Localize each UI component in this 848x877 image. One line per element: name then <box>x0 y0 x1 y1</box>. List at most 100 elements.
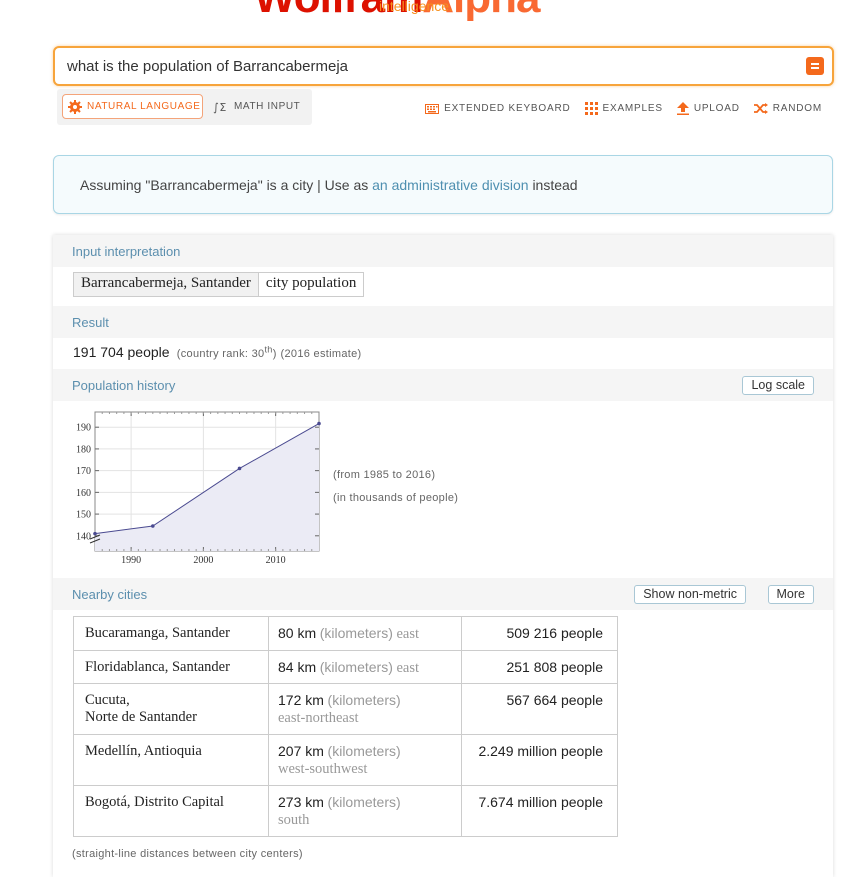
x-tick-label: 2010 <box>266 555 286 566</box>
assumption-suffix: instead <box>532 177 578 193</box>
input-interpretation-table: Barrancabermeja, Santander city populati… <box>73 272 365 297</box>
wolfram-logo[interactable]: WolframAlpha <box>200 0 540 20</box>
distance-value: 172 km <box>278 692 324 708</box>
direction: east <box>396 660 420 676</box>
compute-button[interactable] <box>806 57 824 75</box>
city-population: 2.249 million people <box>461 734 618 786</box>
result-header: Result <box>53 306 833 338</box>
distance-unit: (kilometers) <box>319 625 393 641</box>
result-value: 191 704 people (country rank: 30th) (201… <box>73 344 361 360</box>
rank-close: ) <box>272 348 277 360</box>
y-tick-label: 150 <box>76 510 91 521</box>
input-interpretation-header: Input interpretation <box>53 235 833 267</box>
input-mode-toggle: NATURAL LANGUAGE ∫Σ MATH INPUT <box>57 89 312 125</box>
spikey-logo-icon <box>200 0 246 18</box>
math-input-button[interactable]: ∫Σ MATH INPUT <box>213 94 300 119</box>
distance-unit: (kilometers) <box>327 692 401 708</box>
population-value: 7.674 million people <box>478 794 603 810</box>
table-row: Cucuta, Norte de Santander 172 km (kilome… <box>73 683 618 735</box>
city-name: Cucuta, Norte de Santander <box>73 683 269 735</box>
city-name-line: Floridablanca, Santander <box>85 659 230 675</box>
distance-unit: (kilometers) <box>319 659 393 675</box>
city-distance: 172 km (kilometers) east-northeast <box>268 683 462 735</box>
random-link[interactable]: RANDOM <box>753 102 822 115</box>
rank-suffix-sup: th <box>264 344 273 355</box>
data-point <box>93 531 97 536</box>
distance-value: 80 km <box>278 625 317 641</box>
data-point <box>237 466 242 471</box>
city-distance: 84 km (kilometers) east <box>268 650 462 684</box>
administrative-division-link[interactable]: an administrative division <box>372 177 528 193</box>
extended-keyboard-link[interactable]: EXTENDED KEYBOARD <box>425 102 570 115</box>
distance-value: 207 km <box>278 743 324 759</box>
interpretation-cell-property: city population <box>258 272 365 297</box>
math-input-label: MATH INPUT <box>234 101 301 112</box>
nearby-cities-header: Nearby cities Show non-metric More <box>53 578 833 610</box>
y-tick-label: 190 <box>76 423 91 434</box>
distance-unit: (kilometers) <box>327 743 401 759</box>
input-interpretation-title: Input interpretation <box>72 244 181 259</box>
toolbar: EXTENDED KEYBOARD EXAMPLES UPLOAD RANDOM <box>425 102 822 115</box>
data-point <box>317 421 321 426</box>
interpretation-cell-city: Barrancabermeja, Santander <box>73 272 259 297</box>
shuffle-icon <box>753 103 768 114</box>
examples-link[interactable]: EXAMPLES <box>584 102 663 115</box>
direction: east-northeast <box>278 710 359 726</box>
table-row: Bogotá, Distrito Capital 273 km (kilomet… <box>73 785 618 837</box>
examples-grid-icon <box>584 102 598 115</box>
city-distance: 273 km (kilometers) south <box>268 785 462 837</box>
result-title: Result <box>72 315 109 330</box>
population-history-chart: 1990 2000 2010 140 150 160 170 180 190 <box>76 411 321 566</box>
upload-icon <box>676 102 689 115</box>
y-tick-label: 140 <box>76 531 91 542</box>
natural-language-label: NATURAL LANGUAGE <box>87 101 201 112</box>
country-rank: (country rank: 30th) <box>173 344 277 360</box>
show-non-metric-button[interactable]: Show non-metric <box>634 585 746 604</box>
y-tick-label: 160 <box>76 488 91 499</box>
history-range-note: (from 1985 to 2016) <box>333 469 436 481</box>
city-name: Medellín, Antioquia <box>73 734 269 786</box>
natural-language-icon <box>68 99 82 114</box>
city-population: 509 216 people <box>461 616 618 651</box>
search-box <box>53 46 834 86</box>
city-population: 567 664 people <box>461 683 618 735</box>
city-name-line: Norte de Santander <box>85 709 197 725</box>
search-input[interactable] <box>67 48 787 84</box>
direction: west-southwest <box>278 761 368 777</box>
table-row: Floridablanca, Santander 84 km (kilomete… <box>73 650 618 684</box>
city-distance: 207 km (kilometers) west-southwest <box>268 734 462 786</box>
keyboard-icon <box>425 103 440 114</box>
table-row: Medellín, Antioquia 207 km (kilometers) w… <box>73 734 618 786</box>
city-population: 7.674 million people <box>461 785 618 837</box>
data-point <box>151 524 155 528</box>
city-distance: 80 km (kilometers) east <box>268 616 462 651</box>
population-value: 191 704 people <box>73 344 170 360</box>
population-history-header: Population history Log scale <box>53 369 833 401</box>
direction: south <box>278 812 310 828</box>
population-value: 2.249 million people <box>478 743 603 759</box>
assumption-box: Assuming "Barrancabermeja" is a city | U… <box>53 155 833 214</box>
x-tick-label: 1990 <box>121 555 141 566</box>
natural-language-button[interactable]: NATURAL LANGUAGE <box>62 94 203 119</box>
population-value: 567 664 people <box>506 692 603 708</box>
population-value: 251 808 people <box>506 659 603 675</box>
nearby-cities-table: Bucaramanga, Santander 80 km (kilometers… <box>73 616 618 837</box>
distance-value: 273 km <box>278 794 324 810</box>
estimate-note: (2016 estimate) <box>280 348 362 360</box>
svg-text:∫Σ: ∫Σ <box>213 101 227 114</box>
upload-label: UPLOAD <box>693 103 740 114</box>
city-population: 251 808 people <box>461 650 618 684</box>
more-button[interactable]: More <box>767 585 814 604</box>
rank-prefix: (country rank: 30 <box>176 348 265 360</box>
extended-keyboard-label: EXTENDED KEYBOARD <box>444 103 571 114</box>
population-history-title: Population history <box>72 378 176 393</box>
random-label: RANDOM <box>772 103 822 114</box>
results-panel: Input interpretation Barrancabermeja, Sa… <box>53 235 833 877</box>
city-name-line: Bucaramanga, Santander <box>85 625 230 641</box>
city-name-line: Bogotá, Distrito Capital <box>85 794 224 810</box>
upload-link[interactable]: UPLOAD <box>676 102 740 115</box>
y-tick-label: 180 <box>76 444 91 455</box>
log-scale-button[interactable]: Log scale <box>742 376 814 395</box>
history-units-note: (in thousands of people) <box>333 492 459 504</box>
population-value: 509 216 people <box>506 625 603 641</box>
